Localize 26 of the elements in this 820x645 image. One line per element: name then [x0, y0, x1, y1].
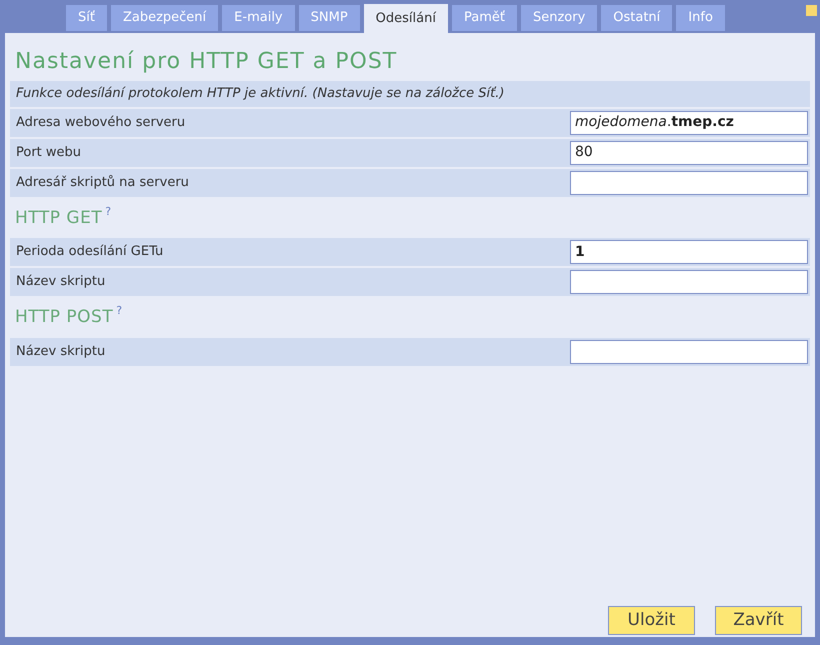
- tab[interactable]: Paměť: [452, 5, 517, 31]
- section-heading: HTTP POST: [15, 306, 114, 329]
- tab[interactable]: Info: [676, 5, 725, 31]
- text-field[interactable]: 80: [570, 140, 808, 164]
- text-field[interactable]: 1: [570, 240, 808, 264]
- tab[interactable]: Odesílání: [364, 4, 448, 33]
- field-label: Port webu: [16, 144, 82, 162]
- action-button[interactable]: Zavřít: [715, 606, 802, 635]
- field-label: Adresář skriptů na serveru: [16, 174, 189, 192]
- field-label: Název skriptu: [16, 342, 106, 361]
- tab[interactable]: Síť: [66, 5, 107, 31]
- tab[interactable]: Zabezpečení: [110, 5, 218, 31]
- tab[interactable]: Ostatní: [601, 5, 672, 31]
- page-title: Nastavení pro HTTP GET a POST: [14, 48, 398, 76]
- help-link[interactable]: ?: [105, 204, 112, 220]
- action-button[interactable]: Uložit: [608, 606, 695, 635]
- field-label: Adresa webového serveru: [16, 114, 186, 132]
- status-notice: Funkce odesílání protokolem HTTP je aktivní. (Nastavuje se na záložce Síť.): [10, 81, 810, 106]
- help-link[interactable]: ?: [116, 303, 122, 320]
- field-label: Perioda odesílání GETu: [16, 243, 164, 262]
- tab[interactable]: Senzory: [520, 5, 598, 31]
- text-field[interactable]: mojedomena.tmep.cz: [570, 110, 808, 134]
- tab[interactable]: E-maily: [222, 5, 295, 31]
- field-label: Název skriptu: [16, 273, 106, 292]
- section-heading: HTTP GET: [15, 206, 102, 230]
- tab[interactable]: SNMP: [298, 5, 360, 31]
